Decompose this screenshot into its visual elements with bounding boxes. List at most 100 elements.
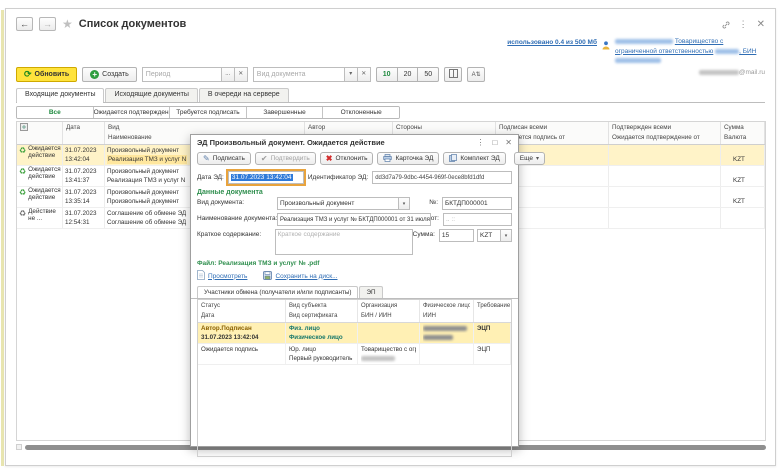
menu-dots-icon[interactable]: ⋮ [739,19,748,30]
person-col-header[interactable]: Физическое лицоИИН [420,300,474,322]
refresh-icon: ⟳ [24,70,32,79]
from-label: от: [431,213,439,222]
storage-usage-link[interactable]: использовано 0.4 из 500 Мб [507,37,597,46]
create-button[interactable]: +Создать [82,67,137,82]
redacted-text [615,58,661,63]
requirement-col-header[interactable]: Требование к стороне [474,300,512,322]
filter-awaiting-confirmation[interactable]: Ожидается подтверждение [94,107,171,118]
participant-row[interactable]: Автор.Подписан31.07.2023 13:42:04 Физ. л… [198,323,511,344]
redacted-text [715,49,739,54]
save-to-disk-link[interactable]: Сохранить на диск... [263,271,337,282]
summary-textarea[interactable] [275,229,413,255]
close-window-icon[interactable]: ✕ [757,19,765,30]
window-controls: ⋮ ✕ [722,19,765,30]
chevron-down-icon: ▾ [536,155,539,162]
doctype-clear-button[interactable]: ✕ [358,67,371,82]
ed-date-label: Дата ЭД: [197,174,224,181]
filter-rejected[interactable]: Отклоненные [323,107,399,118]
titlebar: ← → ★ Список документов [16,17,186,31]
org-name-part1: Товарищество с [675,38,724,45]
number-label: №: [410,197,438,206]
link-icon[interactable] [722,21,730,29]
status-cycle-icon: ♻ [19,146,26,164]
period-clear-button[interactable]: ✕ [235,67,248,82]
confirm-button[interactable]: ✔Подтвердить [255,152,316,165]
tab-outgoing[interactable]: Исходящие документы [105,88,197,102]
refresh-button[interactable]: ⟳Обновить [16,67,77,82]
period-ellipsis-button[interactable]: ... [222,67,235,82]
chevron-down-icon[interactable]: ▾ [501,229,512,242]
more-button[interactable]: Еще▾ [514,152,545,165]
check-icon: ✔ [261,154,268,163]
reject-button[interactable]: ✖Отклонить [320,152,374,165]
dialog-toolbar: ✎Подписать ✔Подтвердить ✖Отклонить Карто… [191,150,518,169]
tab-signatures[interactable]: ЭП [359,286,382,298]
printer-icon [383,154,392,164]
user-icon [602,37,610,52]
dialog-maximize-icon[interactable]: □ [492,138,497,147]
main-toolbar: ⟳Обновить +Создать ... ✕ ▾ ✕ 10 20 50 A⇅ [16,67,485,82]
number-field[interactable]: БКТДП000001 [442,197,512,210]
page-title: Список документов [79,18,187,30]
kind-label: Вид документа: [197,197,277,206]
account-panel: использовано 0.4 из 500 Мб Товарищество … [485,37,765,76]
dialog-close-icon[interactable]: ✕ [505,138,512,147]
chevron-down-icon[interactable]: ▾ [399,197,410,210]
date-column-header[interactable]: Дата [63,122,105,144]
participants-table: СтатусДата Вид субъектаВид сертификата О… [197,299,512,457]
ed-date-field[interactable]: 31.07.2023 13:42:04 [228,171,304,184]
summary-label: Краткое содержание: [197,229,275,238]
doc-name-field[interactable]: Реализация ТМЗ и услуг № БКТДП000001 от … [277,213,431,226]
back-button[interactable]: ← [16,17,33,31]
dialog-menu-dots-icon[interactable]: ⋮ [476,138,484,147]
page-size-20[interactable]: 20 [398,67,419,82]
view-settings-button[interactable] [444,67,462,82]
page-size-50[interactable]: 50 [418,67,439,82]
kind-combo[interactable]: Произвольный документ▾ [277,197,410,210]
filter-completed[interactable]: Завершенные [247,107,324,118]
tab-participants[interactable]: Участники обмена (получатели и/или подпи… [197,286,358,298]
app-window: ← → ★ Список документов ⋮ ✕ использовано… [5,8,776,466]
sum-column-header[interactable]: СуммаВалюта [721,122,765,144]
sign-button[interactable]: ✎Подписать [197,152,251,165]
subject-col-header[interactable]: Вид субъектаВид сертификата [286,300,358,322]
doctype-filter: ▾ ✕ [253,67,371,82]
forward-button[interactable]: → [39,17,56,31]
plus-icon: + [90,70,99,79]
document-icon [197,270,205,282]
from-date-field[interactable]: .. :: [443,213,512,226]
columns-icon [449,69,458,80]
currency-combo[interactable]: KZT▾ [477,229,512,242]
tab-incoming[interactable]: Входящие документы [16,88,104,102]
ed-card-button[interactable]: Карточка ЭД [377,152,439,165]
reject-x-icon: ✖ [326,154,333,163]
page-size-10[interactable]: 10 [376,67,398,82]
sum-field[interactable]: 15 [439,229,474,242]
filter-all[interactable]: Все [17,107,94,118]
ed-id-field[interactable]: dd3d7a79-9dbc-4454-969f-0ece8bfd1dfd [372,171,512,184]
view-file-link[interactable]: Просмотреть [197,270,247,282]
participant-row[interactable]: Ожидается подпись Юр. лицоПервый руковод… [198,344,511,365]
organization-col-header[interactable]: ОрганизацияБИН / ИИН [358,300,420,322]
status-cycle-icon: ♻ [19,167,26,185]
tab-queue[interactable]: В очереди на сервере [199,88,289,102]
doctype-dropdown-button[interactable]: ▾ [345,67,358,82]
organization-link[interactable]: Товарищество с ограниченной ответственно… [615,37,765,66]
org-bin-label: , БИН [739,48,756,55]
dialog-title: ЭД Произвольный документ. Ожидается дейс… [197,138,468,147]
confirmed-column-header[interactable]: Подтвержден всемиОжидается подтверждение… [609,122,721,144]
filter-needs-signing[interactable]: Требуется подписать [170,107,247,118]
sort-button[interactable]: A⇅ [467,67,485,82]
period-input[interactable] [142,67,222,82]
ed-kit-button[interactable]: Комплект ЭД [443,152,505,165]
page-size-group: 10 20 50 [376,67,439,82]
redacted-text [361,356,395,361]
favorite-star-icon[interactable]: ★ [62,17,73,31]
org-name-part2: ограниченной ответственностью [615,48,713,55]
state-column-header[interactable] [17,122,63,144]
status-col-header[interactable]: СтатусДата [198,300,286,322]
document-tabs: Входящие документы Исходящие документы В… [16,88,765,103]
period-filter: ... ✕ [142,67,248,82]
doctype-input[interactable] [253,67,345,82]
scroll-corner[interactable] [16,444,22,450]
